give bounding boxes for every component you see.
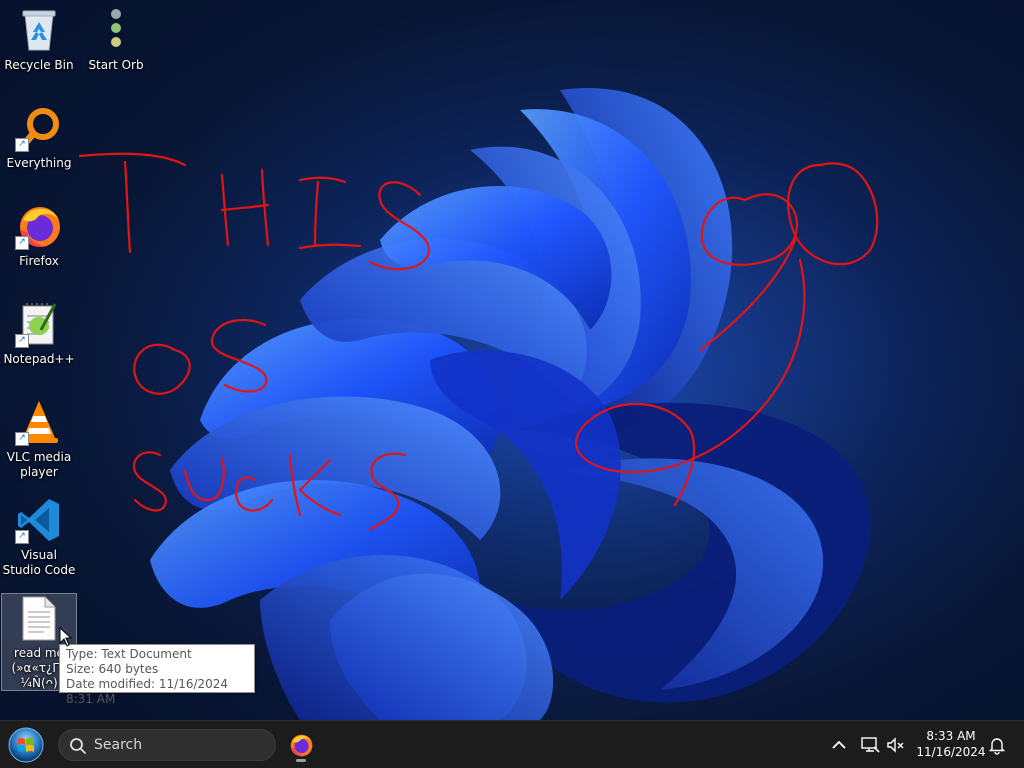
clock-time: 8:33 AM (926, 729, 976, 743)
taskbar-firefox-button[interactable] (286, 729, 316, 762)
clock-date: 11/16/2024 (916, 745, 986, 759)
shortcut-arrow-icon: ↗ (15, 530, 29, 544)
notepad-plus-plus-icon: ↗ (15, 300, 63, 348)
desktop-icon-label: Notepad++ (3, 352, 75, 366)
shortcut-arrow-icon: ↗ (15, 432, 29, 446)
vscode-icon: ↗ (15, 496, 63, 544)
desktop[interactable]: Recycle Bin Start Orb ↗ Everything ↗ Fir… (0, 0, 1024, 720)
network-icon[interactable] (860, 735, 880, 755)
mouse-pointer-icon (59, 627, 73, 647)
shortcut-arrow-icon: ↗ (15, 236, 29, 250)
desktop-icon-vlc[interactable]: ↗ VLC media player (1, 398, 77, 480)
desktop-icon-label: VLC media player (6, 450, 72, 479)
taskbar-search-box[interactable]: Search (58, 729, 276, 761)
shortcut-arrow-icon: ↗ (15, 138, 29, 152)
desktop-icon-everything[interactable]: ↗ Everything (1, 104, 77, 171)
running-indicator (296, 759, 306, 762)
file-info-tooltip: Type: Text Document Size: 640 bytes Date… (59, 644, 255, 706)
start-button[interactable] (8, 727, 44, 763)
show-hidden-icons-chevron-icon[interactable] (829, 735, 849, 755)
shortcut-arrow-icon: ↗ (15, 334, 29, 348)
notification-bell-icon[interactable] (987, 735, 1007, 755)
desktop-icon-start-orb[interactable]: Start Orb (78, 6, 154, 73)
wallpaper-bloom (0, 0, 1024, 720)
desktop-icon-label: Everything (6, 156, 72, 170)
tooltip-size: Size: 640 bytes (66, 662, 159, 676)
firefox-icon (290, 734, 313, 757)
taskbar: Search 8:33 AM 11/16/2024 (0, 720, 1024, 768)
desktop-icon-firefox[interactable]: ↗ Firefox (1, 202, 77, 269)
desktop-icon-vscode[interactable]: ↗ Visual Studio Code (1, 496, 77, 578)
start-orb-app-icon (92, 6, 140, 54)
search-placeholder: Search (94, 737, 143, 753)
desktop-icon-label: Start Orb (88, 58, 144, 72)
tooltip-date-modified: Date modified: 11/16/2024 8:31 AM (66, 677, 229, 706)
recycle-bin-icon (15, 6, 63, 54)
desktop-icon-label: Firefox (19, 254, 59, 268)
volume-muted-icon[interactable] (886, 735, 906, 755)
desktop-icon-notepad-plus-plus[interactable]: ↗ Notepad++ (1, 300, 77, 367)
desktop-icon-recycle-bin[interactable]: Recycle Bin (1, 6, 77, 73)
search-icon (70, 738, 86, 754)
everything-search-icon: ↗ (15, 104, 63, 152)
tooltip-type: Type: Text Document (66, 647, 192, 661)
desktop-icon-label: Visual Studio Code (2, 548, 76, 577)
windows-orb-icon (8, 727, 44, 763)
text-document-icon (15, 594, 63, 642)
firefox-icon: ↗ (15, 202, 63, 250)
desktop-icon-label: Recycle Bin (4, 58, 74, 72)
vlc-icon: ↗ (15, 398, 63, 446)
taskbar-clock[interactable]: 8:33 AM 11/16/2024 (914, 728, 988, 760)
